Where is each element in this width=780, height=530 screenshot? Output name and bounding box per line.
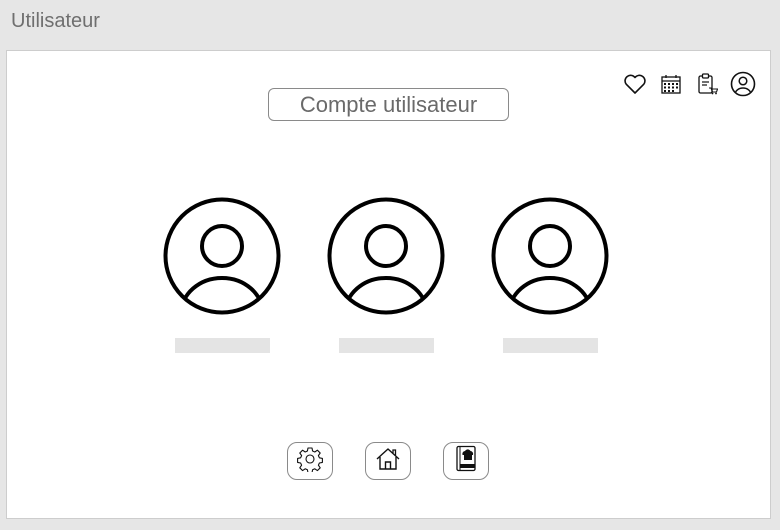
user-name-placeholder	[338, 338, 434, 353]
user-name-placeholder	[502, 338, 598, 353]
user-card[interactable]	[327, 197, 445, 353]
user-avatar-icon	[327, 197, 445, 320]
home-button[interactable]	[365, 442, 411, 480]
recipe-book-button[interactable]	[443, 442, 489, 480]
bottom-nav	[287, 442, 489, 480]
home-icon	[375, 446, 401, 477]
top-toolbar	[622, 71, 756, 97]
recipe-book-icon	[455, 445, 477, 478]
user-card[interactable]	[163, 197, 281, 353]
heart-icon[interactable]	[622, 71, 648, 97]
main-frame: Compte utilisateur	[6, 50, 771, 519]
user-name-placeholder	[174, 338, 270, 353]
gear-icon	[297, 446, 323, 477]
user-account-icon[interactable]	[730, 71, 756, 97]
user-list	[163, 197, 609, 353]
calendar-icon[interactable]	[658, 71, 684, 97]
user-avatar-icon	[491, 197, 609, 320]
settings-button[interactable]	[287, 442, 333, 480]
shopping-list-icon[interactable]	[694, 71, 720, 97]
page-title: Compte utilisateur	[268, 88, 509, 121]
window-title: Utilisateur	[11, 10, 100, 32]
user-avatar-icon	[163, 197, 281, 320]
user-card[interactable]	[491, 197, 609, 353]
